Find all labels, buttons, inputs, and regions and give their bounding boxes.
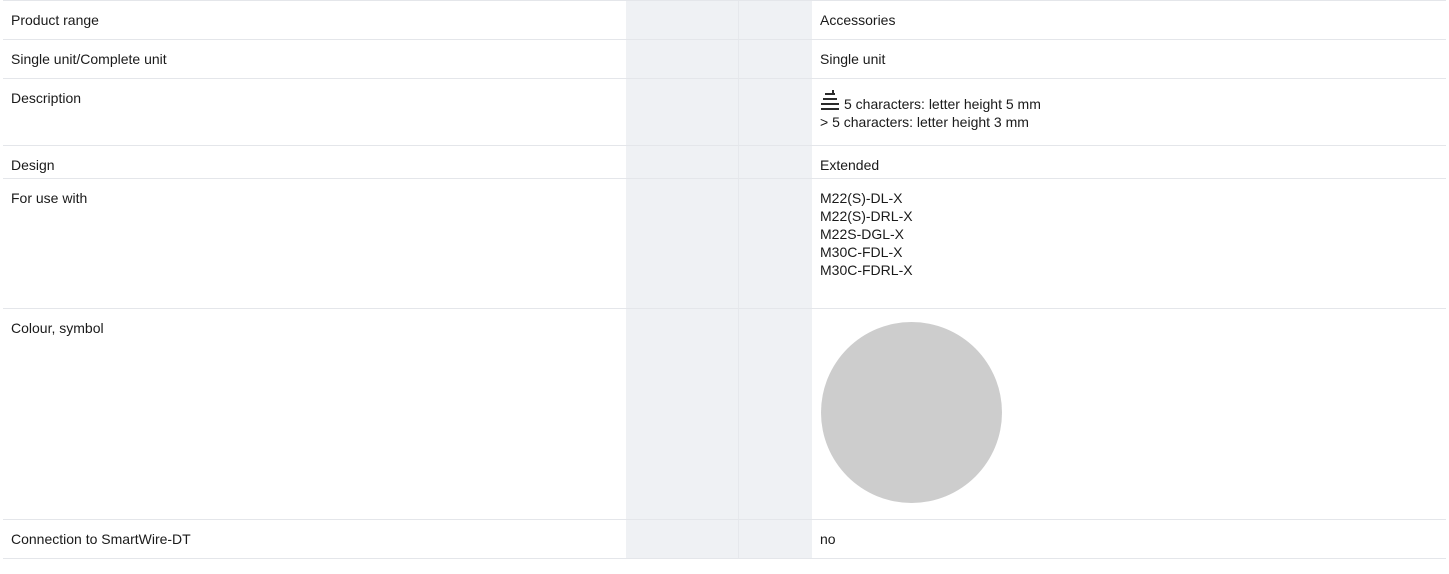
row-label-for-use-with: For use with [11, 190, 88, 206]
spacer-column [626, 146, 738, 178]
row-value-description: 5 characters: letter height 5 mm > 5 cha… [812, 79, 1446, 145]
row-label-smartwire: Connection to SmartWire-DT [11, 531, 191, 547]
spacer-column [738, 79, 812, 145]
row-value-colour-symbol [812, 309, 1446, 519]
spacer-column [738, 146, 812, 178]
spacer-column [626, 309, 738, 519]
table-row: Connection to SmartWire-DT no [3, 520, 1446, 559]
row-label-single-unit: Single unit/Complete unit [11, 51, 167, 67]
spacer-column [626, 179, 738, 308]
spacer-column [626, 520, 738, 558]
spacer-column [738, 40, 812, 78]
row-label-product-range: Product range [11, 12, 99, 28]
compatible-product: M22(S)-DRL-X [820, 208, 913, 224]
description-text-2: > 5 characters: letter height 3 mm [820, 114, 1029, 130]
description-text-1: 5 characters: letter height 5 mm [844, 96, 1041, 112]
spacer-column [738, 309, 812, 519]
compatible-product: M22S-DGL-X [820, 226, 905, 242]
table-row: Colour, symbol [3, 309, 1446, 520]
table-row: Description 5 characters: letter height … [3, 79, 1446, 146]
row-value-design: Extended [820, 157, 880, 173]
table-row: Product range Accessories [3, 1, 1446, 40]
compatible-product: M22(S)-DL-X [820, 190, 903, 206]
spacer-column [626, 79, 738, 145]
spec-table: Product range Accessories Single unit/Co… [3, 0, 1446, 559]
font-size-icon [821, 90, 839, 110]
spacer-column [626, 40, 738, 78]
row-label-description: Description [11, 90, 82, 106]
row-value-single-unit: Single unit [820, 51, 886, 67]
row-label-colour-symbol: Colour, symbol [11, 320, 104, 336]
spacer-column [738, 520, 812, 558]
compatible-product: M30C-FDRL-X [820, 262, 913, 278]
description-line: 5 characters: letter height 5 mm [820, 89, 1446, 113]
row-value-product-range: Accessories [820, 12, 896, 28]
compatible-product: M30C-FDL-X [820, 244, 903, 260]
table-row: For use with M22(S)-DL-X M22(S)-DRL-X M2… [3, 179, 1446, 309]
spacer-column [738, 179, 812, 308]
row-value-smartwire: no [820, 531, 836, 547]
table-row: Design Extended [3, 146, 1446, 179]
colour-swatch [821, 322, 1002, 503]
spacer-column [738, 1, 812, 39]
row-label-design: Design [11, 157, 55, 173]
spacer-column [626, 1, 738, 39]
table-row: Single unit/Complete unit Single unit [3, 40, 1446, 79]
row-value-for-use-with: M22(S)-DL-X M22(S)-DRL-X M22S-DGL-X M30C… [812, 179, 1446, 308]
